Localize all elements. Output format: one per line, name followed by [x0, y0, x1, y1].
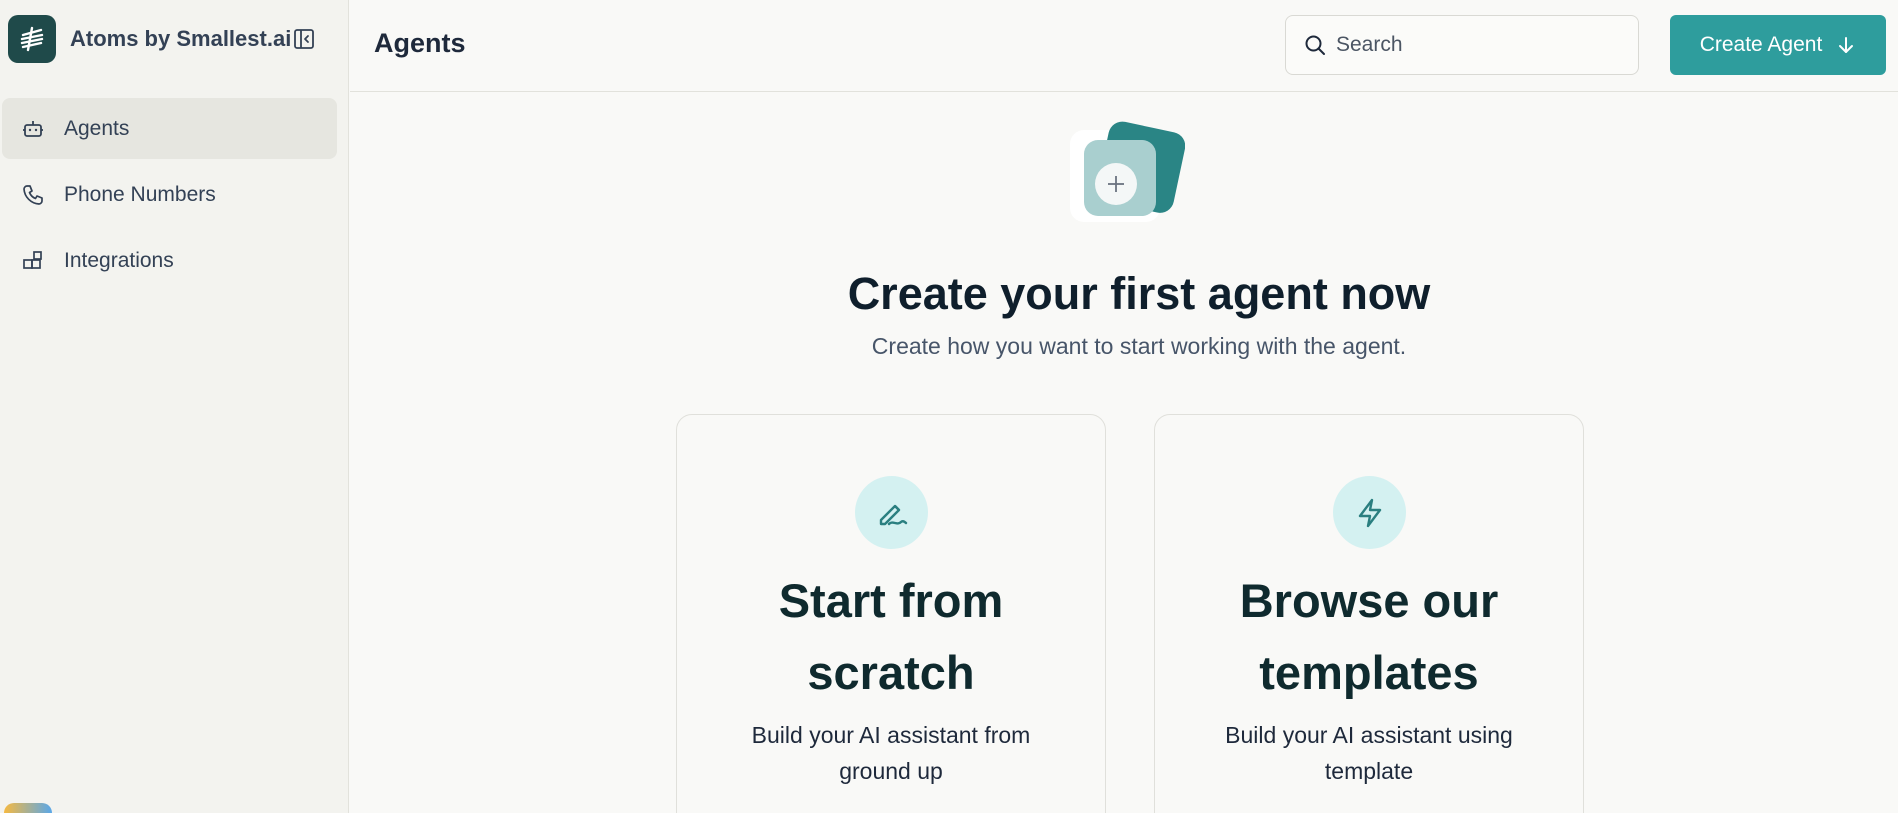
arrow-down-icon: [1839, 37, 1854, 53]
sidebar: Atoms by Smallest.ai Agents Phone Number…: [0, 0, 349, 813]
browse-templates-card[interactable]: Browse our templates Build your AI assis…: [1154, 414, 1584, 813]
user-avatar[interactable]: [4, 803, 52, 813]
collapse-sidebar-button[interactable]: [292, 27, 316, 51]
top-header: Agents Create Agent: [350, 0, 1898, 92]
sidebar-item-phone-numbers[interactable]: Phone Numbers: [2, 164, 337, 225]
sidebar-item-agents[interactable]: Agents: [2, 98, 337, 159]
card-title: Start from scratch: [778, 574, 1004, 699]
pen-icon: [855, 476, 928, 549]
brand: Atoms by Smallest.ai: [8, 14, 338, 64]
page-title: Agents: [374, 28, 466, 58]
search-icon: [1305, 35, 1325, 55]
bot-icon: [20, 116, 46, 142]
card-description: Build your AI assistant from ground up: [751, 722, 1031, 784]
hero-subtitle: Create how you want to start working wit…: [871, 333, 1407, 359]
card-description: Build your AI assistant using template: [1225, 722, 1513, 784]
sidebar-item-label: Integrations: [64, 248, 174, 272]
integrations-icon: [20, 248, 46, 274]
search-input[interactable]: [1336, 33, 1626, 57]
sidebar-item-integrations[interactable]: Integrations: [2, 230, 337, 291]
lightning-icon: [1333, 476, 1406, 549]
sidebar-collapse-icon: [294, 29, 314, 49]
create-agent-label: Create Agent: [1699, 33, 1823, 56]
sidebar-nav: Agents Phone Numbers Integrations: [2, 98, 337, 296]
search-box[interactable]: [1285, 15, 1639, 75]
app-name: Atoms by Smallest.ai: [70, 26, 292, 51]
brand-logo-icon: [8, 15, 56, 63]
create-agent-button[interactable]: Create Agent: [1670, 15, 1886, 75]
sidebar-item-label: Phone Numbers: [64, 182, 216, 206]
agent-cards-illustration-icon: [1070, 118, 1186, 230]
start-from-scratch-card[interactable]: Start from scratch Build your AI assista…: [676, 414, 1106, 813]
hero-title: Create your first agent now: [847, 268, 1431, 319]
card-title: Browse our templates: [1239, 574, 1499, 699]
phone-icon: [20, 182, 46, 208]
sidebar-item-label: Agents: [64, 116, 130, 140]
